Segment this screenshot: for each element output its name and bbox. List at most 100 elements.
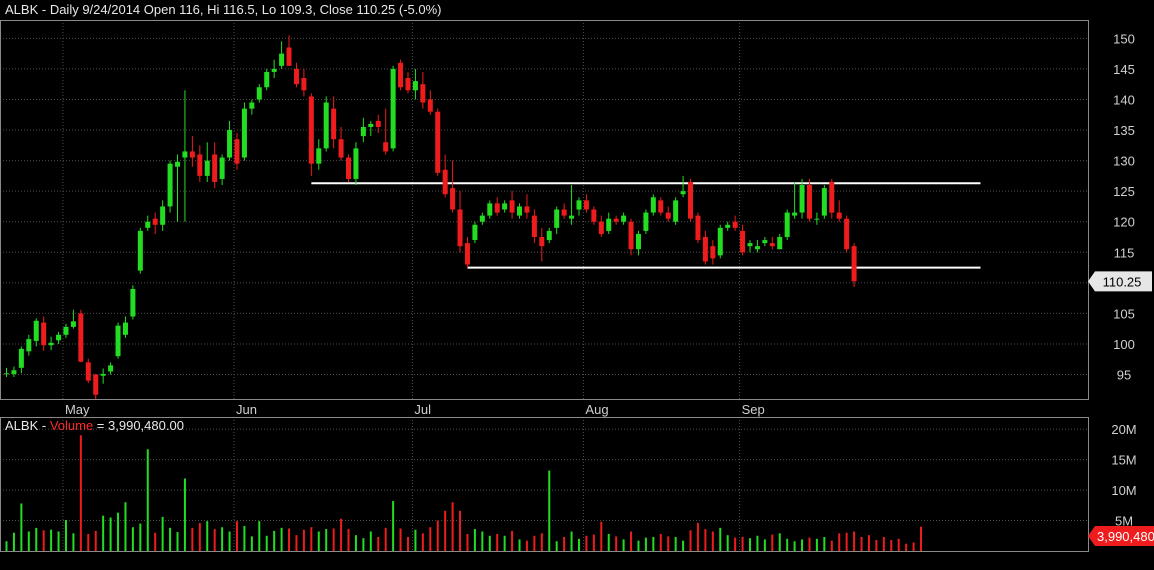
volume-bar	[57, 531, 60, 551]
candle-body	[732, 221, 738, 228]
candle	[115, 322, 121, 359]
candle-body	[212, 154, 218, 182]
candle-body	[346, 157, 352, 179]
volume-bar	[12, 532, 15, 551]
candle-body	[829, 181, 835, 213]
candle	[427, 90, 433, 115]
volume-bar	[503, 535, 506, 551]
candle	[11, 366, 17, 377]
month-tick-label: May	[65, 402, 90, 417]
candle	[792, 181, 798, 219]
candle	[576, 197, 582, 216]
volume-bar	[459, 510, 462, 551]
candle	[4, 367, 9, 377]
volume-bar	[563, 536, 566, 551]
candle	[152, 212, 158, 234]
candle-body	[323, 102, 329, 149]
candle-body	[628, 221, 634, 250]
candle	[784, 209, 790, 241]
last-price-badge-text: 110.25	[1103, 274, 1142, 289]
candle	[412, 68, 418, 100]
chart-frame	[0, 20, 1089, 552]
candle	[531, 209, 537, 244]
candle	[635, 230, 641, 256]
candle-body	[108, 365, 114, 372]
volume-header-separator: -	[38, 418, 50, 433]
volume-bar	[265, 535, 268, 551]
candle-body	[100, 373, 106, 376]
volume-bar	[481, 531, 484, 551]
axis-labels: 95100105110115120125130135140145150MayJu…	[65, 31, 1137, 528]
volume-bar	[310, 527, 313, 551]
candle	[561, 203, 567, 219]
volume-bar	[518, 539, 521, 551]
volume-bar	[146, 449, 149, 551]
volume-bar	[94, 530, 97, 551]
volume-bar	[295, 535, 298, 551]
volume-bar	[131, 527, 134, 551]
candle-body	[784, 212, 790, 238]
candle-body	[338, 139, 344, 158]
volume-bar	[243, 526, 246, 551]
price-tick-label: 95	[1117, 368, 1131, 383]
candle-body	[189, 151, 195, 158]
candle	[814, 212, 820, 225]
last-volume-badge-text: 3,990,480	[1097, 529, 1154, 544]
candle-body	[405, 78, 411, 91]
candle-body	[48, 342, 54, 346]
candle-body	[279, 53, 285, 66]
candle-body	[509, 200, 515, 213]
volume-bar	[221, 527, 224, 551]
volume-bar	[823, 536, 826, 551]
candle	[286, 35, 292, 66]
candle-body	[740, 230, 746, 253]
candle-body	[308, 96, 314, 164]
candle	[613, 215, 619, 225]
volume-bar	[555, 541, 558, 551]
volume-bar	[169, 527, 172, 551]
volume-bar	[124, 502, 127, 551]
candle	[70, 309, 76, 329]
price-tick-label: 140	[1113, 92, 1135, 107]
candle-body	[204, 160, 210, 176]
candle	[710, 240, 716, 265]
volume-bar	[540, 533, 543, 551]
price-tick-label: 105	[1113, 306, 1135, 321]
volume-bar	[228, 531, 231, 551]
candle	[264, 68, 270, 91]
volume-bar	[533, 535, 536, 551]
candle	[293, 62, 299, 88]
candle	[621, 212, 627, 225]
candle	[650, 194, 656, 216]
price-chart-header: ALBK - Daily 9/24/2014 Open 116, Hi 116.…	[5, 2, 442, 17]
volume-bar	[734, 537, 737, 551]
volume-bar	[64, 519, 67, 551]
candle	[93, 373, 99, 399]
volume-bar	[5, 541, 8, 551]
candle-body	[821, 188, 827, 216]
candle	[18, 346, 24, 374]
candle	[212, 142, 218, 189]
candle-body	[241, 108, 247, 158]
candle	[78, 309, 84, 363]
volume-bar	[682, 540, 685, 551]
candle-body	[264, 71, 270, 88]
candle-body	[702, 237, 708, 262]
candle	[375, 114, 381, 134]
volume-bar	[369, 531, 372, 551]
candle-body	[175, 161, 181, 167]
candle-body	[331, 108, 337, 140]
candle-body	[591, 209, 597, 222]
candle	[665, 206, 671, 222]
candle-body	[420, 84, 426, 103]
volume-tick-label: 15M	[1111, 453, 1136, 468]
candle-body	[33, 320, 39, 341]
candle-body	[11, 370, 17, 374]
volume-bar	[644, 537, 647, 551]
volume-bar	[109, 517, 112, 551]
price-tick-label: 120	[1113, 215, 1135, 230]
volume-bar	[302, 529, 305, 551]
candle-body	[383, 142, 389, 152]
volume-bar	[652, 536, 655, 551]
candle	[249, 99, 255, 115]
